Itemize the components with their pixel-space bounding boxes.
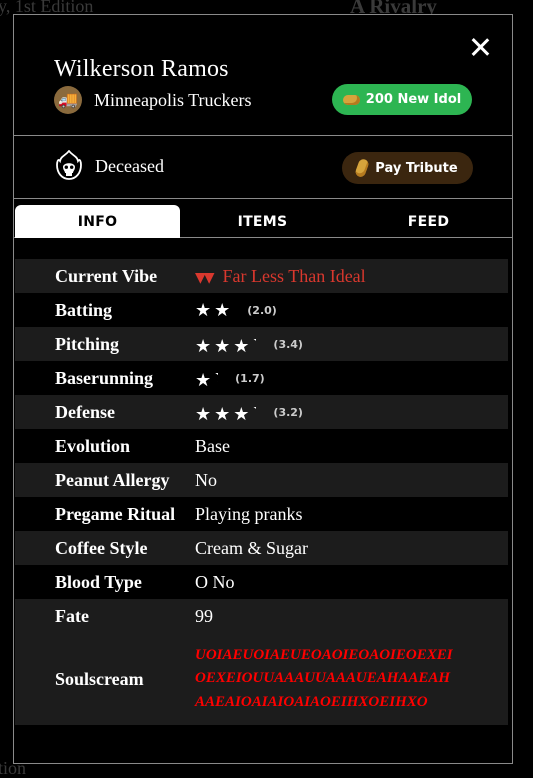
skull-fire-icon [56,150,82,180]
attribute-label: Fate [55,605,89,626]
pay-tribute-label: Pay Tribute [375,160,458,176]
partial-star-icon: ★ [214,365,218,386]
star-rating: ★★★★(3.4) [195,331,303,357]
attribute-label: Pregame Ritual [55,503,176,524]
attribute-row: Peanut Allergy No [15,463,508,497]
star-icon: ★ [195,336,212,356]
tab-info[interactable]: INFO [15,205,180,238]
attribute-value: Playing pranks [195,503,303,524]
attribute-label: Defense [55,401,115,422]
attribute-row: Coffee Style Cream & Sugar [15,531,508,565]
attribute-row: Pitching ★★★★(3.4) [15,327,508,361]
star-icon: ★ [195,299,212,320]
team-name: Minneapolis Truckers [94,89,252,110]
attribute-value: No [195,469,217,490]
idol-button[interactable]: 200 New Idol [332,84,472,115]
star-icon: ★ [214,336,231,356]
star-rating: ★★ (1.7) [195,365,265,391]
rating-value: (3.4) [273,337,303,351]
star-rating: ★ ★ (2.0) [195,300,277,321]
attribute-label: Evolution [55,435,131,456]
attribute-row: Soulscream UOIAEUOIAEUEOAOIEOAOIEOEXEIOE… [15,633,508,725]
attribute-value: O No [195,571,235,592]
star-rating: ★★★★(3.2) [195,399,303,425]
attribute-label: Peanut Allergy [55,469,170,490]
attribute-label: Soulscream [55,668,144,689]
idol-button-label: 200 New Idol [365,92,462,107]
attribute-label: Baserunning [55,367,154,388]
attribute-row: Current Vibe ▼▼ Far Less Than Ideal [15,259,508,293]
vibe-value: Far Less Than Ideal [222,265,366,286]
attribute-value: Base [195,435,230,456]
truck-icon: 🚚 [54,86,82,114]
attribute-row: Fate 99 [15,599,508,633]
attribute-label: Current Vibe [55,265,158,286]
attributes-table: Current Vibe ▼▼ Far Less Than Ideal Batti… [15,259,508,725]
tab-feed[interactable]: FEED [345,205,512,238]
attribute-value: Cream & Sugar [195,537,308,558]
rating-value: (1.7) [235,371,265,385]
star-icon: ★ [195,370,212,390]
partial-star-icon: ★ [252,399,256,420]
peanut-icon [354,157,371,179]
rating-value: (3.2) [273,405,303,419]
star-icon: ★ [214,299,231,320]
attribute-label: Pitching [55,333,120,354]
attribute-row: Defense ★★★★(3.2) [15,395,508,429]
attribute-value: ▼▼ Far Less Than Ideal [195,266,366,287]
attribute-row: Evolution Base [15,429,508,463]
rating-value: (2.0) [247,303,277,317]
star-icon: ★ [195,404,212,424]
attribute-label: Batting [55,299,113,320]
player-header: Wilkerson Ramos 🚚 Minneapolis Truckers 2… [14,15,512,136]
team-link[interactable]: 🚚 Minneapolis Truckers [54,86,252,114]
peanut-icon [342,94,360,105]
soulscream-value: UOIAEUOIAEUEOAOIEOAOIEOEXEIOEXEIOUUAAAUU… [195,646,453,710]
star-icon: ★ [233,404,250,424]
attribute-label: Blood Type [55,571,142,592]
tab-items[interactable]: ITEMS [180,205,345,238]
attribute-row: Baserunning ★★ (1.7) [15,361,508,395]
player-name: Wilkerson Ramos [54,56,229,82]
attribute-row: Blood Type O No [15,565,508,599]
pay-tribute-button[interactable]: Pay Tribute [342,152,473,184]
status-bar: Deceased Pay Tribute [14,136,512,199]
status-label: Deceased [95,156,164,176]
tab-bar: INFO ITEMS FEED [14,205,512,238]
attribute-value: 99 [195,605,213,626]
partial-star-icon: ★ [252,331,256,352]
player-modal: Wilkerson Ramos 🚚 Minneapolis Truckers 2… [13,14,513,764]
star-icon: ★ [214,404,231,424]
attribute-label: Coffee Style [55,537,148,558]
attribute-row: Batting ★ ★ (2.0) [15,293,508,327]
double-down-arrow-icon: ▼▼ [195,269,214,286]
attribute-row: Pregame Ritual Playing pranks [15,497,508,531]
star-icon: ★ [233,336,250,356]
